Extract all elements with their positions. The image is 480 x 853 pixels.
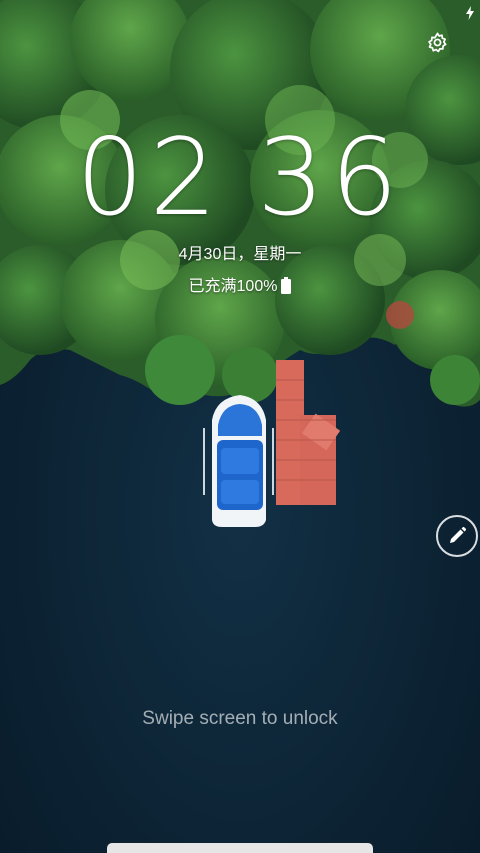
home-indicator-bar[interactable] — [107, 843, 373, 853]
lockscreen-date: 4月30日，星期一 — [178, 246, 302, 263]
edit-button[interactable] — [436, 515, 478, 557]
boat — [203, 395, 274, 527]
unlock-hint: Swipe screen to unlock — [142, 708, 338, 729]
battery-status-text: 已充满100% — [188, 278, 278, 295]
pencil-icon — [450, 526, 467, 543]
battery-full-icon — [281, 277, 292, 294]
gear-icon[interactable] — [426, 31, 449, 54]
lockscreen-clock: 02 36 — [0, 118, 480, 238]
battery-status: 已充满100% — [0, 272, 480, 296]
lightning-bolt-icon — [466, 6, 474, 20]
clock-hours: 02 — [76, 116, 223, 239]
clock-minutes: 36 — [257, 116, 404, 239]
